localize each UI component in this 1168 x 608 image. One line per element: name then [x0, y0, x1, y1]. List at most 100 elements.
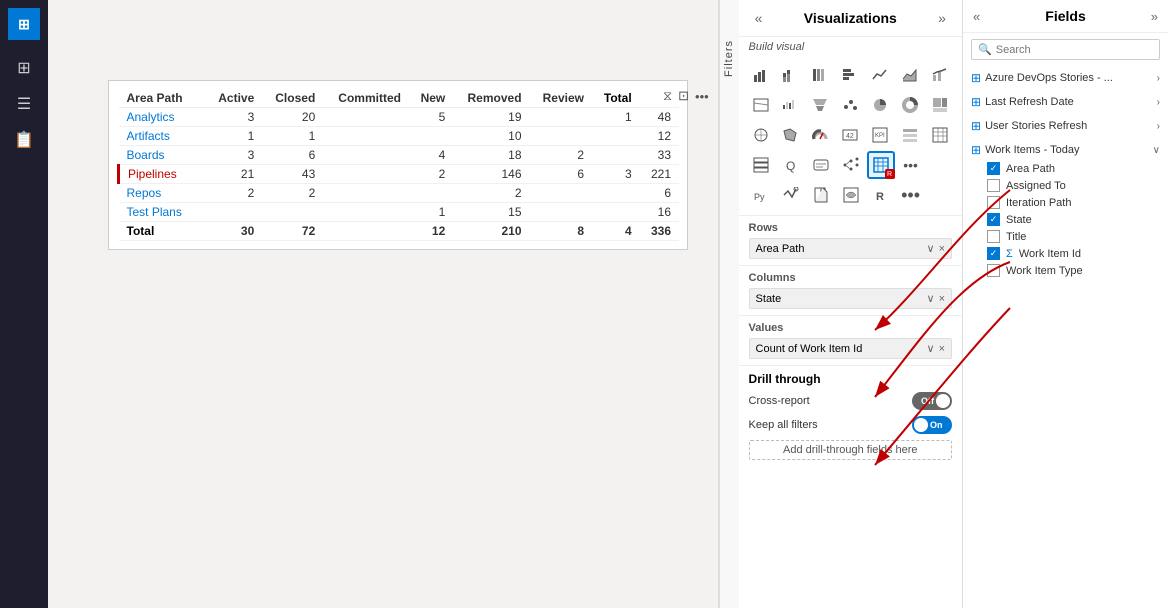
focus-icon[interactable]: ⊡: [678, 88, 689, 104]
left-sidebar: ⊞ ⊞ ☰ 📋: [0, 0, 48, 608]
viz-azure-map[interactable]: [837, 181, 865, 209]
fields-panel: « Fields » 🔍 ⊞ Azure DevOps Stories - ..…: [963, 0, 1168, 608]
field-checkbox-assigned-to[interactable]: [987, 179, 1000, 192]
field-checkbox-title[interactable]: [987, 230, 1000, 243]
add-drill-field[interactable]: Add drill-through fields here: [749, 440, 953, 460]
viz-slicer[interactable]: [896, 121, 924, 149]
viz-multi-rowcard[interactable]: [747, 151, 775, 179]
app-icon: ⊞: [8, 8, 40, 40]
row-new-repos: [409, 184, 453, 203]
field-item-state[interactable]: ✓ State: [979, 211, 1168, 228]
field-checkbox-iteration-path[interactable]: [987, 196, 1000, 209]
row-active-repos: 2: [206, 184, 263, 203]
fields-group-azure-header[interactable]: ⊞ Azure DevOps Stories - ... ›: [963, 68, 1168, 88]
viz-filled-map[interactable]: [776, 121, 804, 149]
rows-field-pill[interactable]: Area Path ∨ ×: [749, 238, 953, 259]
viz-key-influencers[interactable]: [777, 181, 805, 209]
fields-group-user-stories-header[interactable]: ⊞ User Stories Refresh ›: [963, 116, 1168, 136]
fields-group-user-stories-title: User Stories Refresh: [985, 120, 1153, 132]
nav-grid-icon[interactable]: ⊞: [8, 52, 40, 84]
viz-python[interactable]: Py: [747, 181, 775, 209]
columns-field-dropdown[interactable]: ∨: [927, 292, 935, 305]
viz-card[interactable]: 42: [836, 121, 864, 149]
fields-group-refresh-date-header[interactable]: ⊞ Last Refresh Date ›: [963, 92, 1168, 112]
table-row[interactable]: Test Plans 1 15 16: [119, 203, 680, 222]
viz-paginated[interactable]: [807, 181, 835, 209]
cross-report-toggle[interactable]: Off: [912, 392, 952, 410]
row-area-testplans: Test Plans: [119, 203, 206, 222]
fields-expand-icon[interactable]: »: [1151, 9, 1158, 24]
keep-filters-toggle[interactable]: On: [912, 416, 952, 434]
viz-bar-100[interactable]: [806, 61, 834, 89]
viz-waterfall[interactable]: [776, 91, 804, 119]
field-item-assigned-to[interactable]: Assigned To: [979, 177, 1168, 194]
viz-donut[interactable]: [896, 91, 924, 119]
viz-gauge[interactable]: [806, 121, 834, 149]
viz-pie[interactable]: [866, 91, 894, 119]
row-active-artifacts: 1: [206, 127, 263, 146]
field-checkbox-work-item-type[interactable]: [987, 264, 1000, 277]
viz-bar-stacked[interactable]: [776, 61, 804, 89]
filter-icon[interactable]: ⧖: [663, 88, 672, 104]
viz-treemap[interactable]: [926, 91, 954, 119]
table-row[interactable]: Boards 3 6 4 18 2 33: [119, 146, 680, 165]
field-checkbox-state[interactable]: ✓: [987, 213, 1000, 226]
columns-field-pill[interactable]: State ∨ ×: [749, 288, 953, 309]
nav-list-icon[interactable]: ☰: [8, 88, 40, 120]
rows-field-remove[interactable]: ×: [939, 243, 945, 255]
values-field-pill[interactable]: Count of Work Item Id ∨ ×: [749, 338, 953, 359]
viz-funnel[interactable]: [806, 91, 834, 119]
viz-table[interactable]: [926, 121, 954, 149]
table-row[interactable]: Artifacts 1 1 10 12: [119, 127, 680, 146]
fields-search-input[interactable]: [996, 44, 1153, 56]
row-new-artifacts: [409, 127, 453, 146]
field-item-area-path[interactable]: ✓ Area Path: [979, 160, 1168, 177]
rows-field-value: Area Path: [756, 243, 805, 255]
table-row[interactable]: Analytics 3 20 5 19 1 48: [119, 108, 680, 127]
fields-collapse-icon[interactable]: «: [973, 9, 980, 24]
viz-map[interactable]: [747, 121, 775, 149]
viz-bar-grouped[interactable]: [747, 61, 775, 89]
row-area-boards: Boards: [119, 146, 206, 165]
viz-combo[interactable]: [926, 61, 954, 89]
viz-bar-horiz[interactable]: [836, 61, 864, 89]
viz-collapse-icon[interactable]: «: [749, 8, 769, 28]
viz-get-more[interactable]: •••: [897, 181, 925, 209]
nav-report-icon[interactable]: 📋: [8, 124, 40, 156]
cross-report-label: Cross-report: [749, 395, 810, 407]
field-item-iteration-path[interactable]: Iteration Path: [979, 194, 1168, 211]
fields-group-work-items-header[interactable]: ⊞ Work Items - Today ∨: [963, 140, 1168, 160]
viz-ribbon[interactable]: [747, 91, 775, 119]
viz-line[interactable]: [866, 61, 894, 89]
viz-expand-icon[interactable]: »: [932, 8, 952, 28]
viz-panel-header: « Visualizations »: [739, 0, 963, 37]
field-item-work-item-type[interactable]: Work Item Type: [979, 262, 1168, 279]
viz-r[interactable]: R: [867, 181, 895, 209]
viz-more-options[interactable]: •••: [897, 151, 925, 179]
columns-section: Columns State ∨ ×: [739, 266, 963, 316]
field-checkbox-area-path[interactable]: ✓: [987, 162, 1000, 175]
keep-filters-label: Keep all filters: [749, 419, 818, 431]
col-header-closed: Closed: [262, 89, 323, 108]
values-field-dropdown[interactable]: ∨: [927, 342, 935, 355]
viz-qna[interactable]: Q: [777, 151, 805, 179]
fields-group-azure-title: Azure DevOps Stories - ...: [985, 72, 1153, 84]
viz-smart-narrative[interactable]: [807, 151, 835, 179]
columns-field-remove[interactable]: ×: [939, 293, 945, 305]
table-row[interactable]: Repos 2 2 2 6: [119, 184, 680, 203]
table-row[interactable]: Pipelines 21 43 2 146 6 3 221: [119, 165, 680, 184]
viz-matrix[interactable]: R: [867, 151, 895, 179]
field-checkbox-work-item-id[interactable]: ✓: [987, 247, 1000, 260]
viz-decomp-tree[interactable]: [837, 151, 865, 179]
cross-report-option: Cross-report Off: [749, 392, 953, 410]
rows-field-dropdown[interactable]: ∨: [927, 242, 935, 255]
field-item-title[interactable]: Title: [979, 228, 1168, 245]
more-icon[interactable]: •••: [695, 89, 709, 104]
svg-text:KPI: KPI: [875, 133, 885, 139]
field-item-work-item-id[interactable]: ✓ Σ Work Item Id: [979, 245, 1168, 262]
viz-area[interactable]: [896, 61, 924, 89]
values-field-remove[interactable]: ×: [939, 343, 945, 355]
viz-scatter[interactable]: [836, 91, 864, 119]
matrix-visual: Area Path Active Closed Committed New Re…: [108, 80, 688, 250]
viz-kpi[interactable]: KPI: [866, 121, 894, 149]
